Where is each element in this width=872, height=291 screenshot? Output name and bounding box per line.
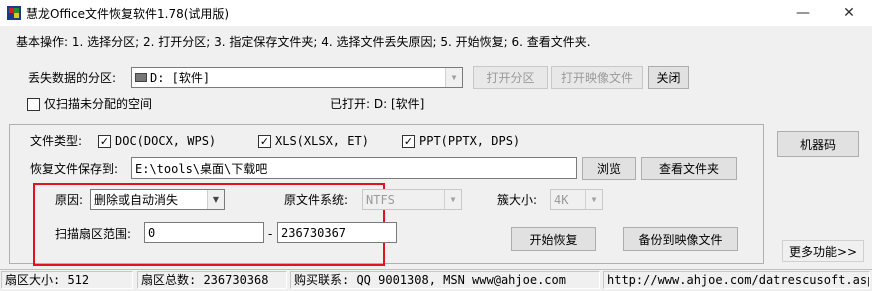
doc-checkbox[interactable]: ✓: [98, 135, 111, 148]
status-sector-size: 扇区大小: 512: [1, 271, 133, 289]
title-bar: 慧龙Office文件恢复软件1.78(试用版) — ✕: [0, 0, 872, 26]
window-title: 慧龙Office文件恢复软件1.78(试用版): [26, 7, 230, 21]
status-url[interactable]: http://www.ahjoe.com/datrescusoft.asp: [603, 271, 870, 289]
range-end-input[interactable]: 236730367: [277, 222, 397, 243]
save-path-label: 恢复文件保存到:: [30, 162, 119, 176]
browse-button[interactable]: 浏览: [582, 157, 636, 180]
range-separator: -: [268, 227, 273, 241]
cluster-value: 4K: [554, 192, 569, 207]
scan-range-label: 扫描扇区范围:: [55, 227, 132, 241]
steps-instructions: 基本操作: 1. 选择分区; 2. 打开分区; 3. 指定保存文件夹; 4. 选…: [16, 35, 591, 49]
chevron-down-icon: ▼: [444, 190, 461, 209]
chevron-down-icon: ▼: [207, 190, 224, 209]
close-window-button[interactable]: ✕: [826, 0, 872, 26]
fs-select[interactable]: NTFS ▼: [362, 189, 462, 210]
more-functions-button[interactable]: 更多功能>>: [782, 240, 864, 262]
fs-label: 原文件系统:: [284, 193, 349, 207]
chevron-down-icon: ▼: [445, 68, 462, 87]
xls-label: XLS(XLSX, ET): [275, 134, 369, 148]
view-folder-button[interactable]: 查看文件夹: [641, 157, 737, 180]
range-start-input[interactable]: 0: [144, 222, 264, 243]
status-contact: 购买联系: QQ 9001308, MSN www@ahjoe.com: [290, 271, 600, 289]
backup-image-button[interactable]: 备份到映像文件: [623, 227, 738, 251]
cluster-select[interactable]: 4K ▼: [550, 189, 603, 210]
unallocated-checkbox[interactable]: [27, 98, 40, 111]
partition-label: 丢失数据的分区:: [28, 71, 117, 85]
minimize-button[interactable]: —: [780, 0, 826, 26]
status-sector-total: 扇区总数: 236730368: [137, 271, 287, 289]
ppt-checkbox[interactable]: ✓: [402, 135, 415, 148]
doc-label: DOC(DOCX, WPS): [115, 134, 217, 148]
reason-select[interactable]: 删除或自动消失 ▼: [90, 189, 225, 210]
minimize-icon: —: [796, 5, 810, 21]
unallocated-label: 仅扫描未分配的空间: [44, 97, 153, 111]
close-partition-button[interactable]: 关闭: [648, 66, 689, 89]
opened-partition-label: 已打开: D: [软件]: [330, 97, 425, 111]
save-path-input[interactable]: E:\tools\桌面\下载吧: [131, 157, 577, 179]
xls-checkbox[interactable]: ✓: [258, 135, 271, 148]
machine-code-button[interactable]: 机器码: [777, 131, 859, 157]
open-image-button[interactable]: 打开映像文件: [551, 66, 643, 89]
chevron-down-icon: ▼: [585, 190, 602, 209]
drive-icon: [135, 73, 147, 82]
fs-value: NTFS: [366, 192, 395, 207]
app-icon: [7, 6, 21, 20]
partition-selected: D: [软件]: [150, 71, 211, 85]
partition-select[interactable]: D: [软件] ▼: [131, 67, 463, 88]
close-icon: ✕: [843, 5, 855, 21]
cluster-label: 簇大小:: [497, 193, 538, 207]
reason-value: 删除或自动消失: [94, 193, 179, 207]
open-partition-button[interactable]: 打开分区: [473, 66, 548, 89]
start-recovery-button[interactable]: 开始恢复: [511, 227, 596, 251]
filetype-label: 文件类型:: [30, 134, 83, 148]
reason-label: 原因:: [55, 193, 84, 207]
ppt-label: PPT(PPTX, DPS): [419, 134, 521, 148]
